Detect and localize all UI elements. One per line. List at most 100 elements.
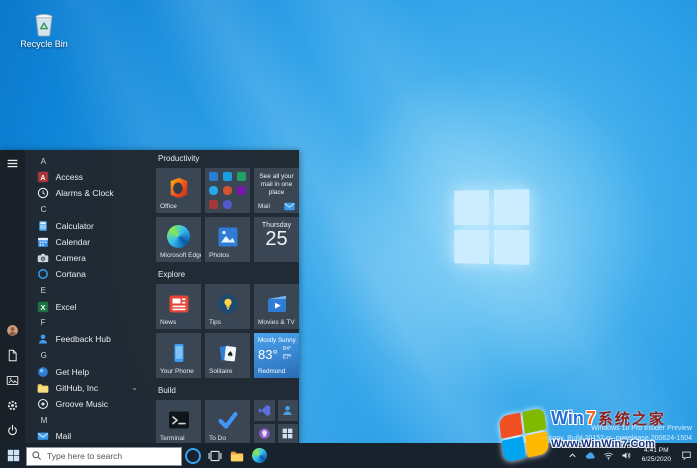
- tile-photos[interactable]: Photos: [205, 217, 250, 262]
- edge-taskbar-button[interactable]: [248, 443, 270, 468]
- tile-visual-studio[interactable]: [254, 400, 275, 421]
- tile-area: Productivity Office: [146, 150, 299, 443]
- tile-your-phone[interactable]: Your Phone: [156, 333, 201, 378]
- power-button[interactable]: [5, 423, 20, 438]
- svg-text:♠: ♠: [226, 349, 234, 359]
- app-section-header-f[interactable]: F: [31, 315, 146, 331]
- office-icon: [168, 177, 190, 199]
- tile-movies-tv[interactable]: Movies & TV: [254, 284, 299, 329]
- recycle-bin-icon: [29, 8, 59, 38]
- app-label: Get Help: [56, 367, 90, 377]
- folder-icon: [37, 382, 49, 394]
- tile-solitaire[interactable]: ♠ Solitaire: [205, 333, 250, 378]
- app-list-item-access[interactable]: AAccess: [31, 169, 146, 185]
- settings-gear-button[interactable]: [5, 398, 20, 413]
- mail-envelope-icon: [284, 202, 295, 211]
- chevron-up-icon: [567, 450, 578, 461]
- gethelp-icon: [37, 366, 49, 378]
- app-section-header-g[interactable]: G: [31, 347, 146, 363]
- tile-tips[interactable]: Tips: [205, 284, 250, 329]
- app-list-item-github-inc[interactable]: GitHub, Inc ⌄: [31, 380, 146, 396]
- hamburger-menu-button[interactable]: [5, 156, 20, 171]
- network-tray-button[interactable]: [601, 443, 617, 468]
- start-button[interactable]: [0, 443, 26, 468]
- tips-icon: [217, 293, 239, 315]
- app-label: GitHub, Inc: [56, 383, 99, 393]
- tile-office[interactable]: Office: [156, 168, 201, 213]
- recycle-bin-desktop-icon[interactable]: Recycle Bin: [14, 8, 74, 49]
- app-list-item-calculator[interactable]: Calculator: [31, 218, 146, 234]
- tile-label: Movies & TV: [258, 319, 295, 326]
- app-label: Access: [56, 172, 83, 182]
- app-list-item-excel[interactable]: XExcel: [31, 299, 146, 315]
- app-list-item-mail[interactable]: Mail: [31, 428, 146, 443]
- app-list-item-feedback-hub[interactable]: Feedback Hub: [31, 331, 146, 347]
- tile-calendar[interactable]: Thursday 25: [254, 217, 299, 262]
- cloud-icon: [585, 450, 596, 461]
- app-list-item-groove-music[interactable]: Groove Music: [31, 396, 146, 412]
- app-list-item-get-help[interactable]: Get Help: [31, 363, 146, 379]
- tile-terminal[interactable]: Terminal: [156, 400, 201, 443]
- app-section-header-c[interactable]: C: [31, 202, 146, 218]
- volume-tray-button[interactable]: [619, 443, 635, 468]
- app-list-item-camera[interactable]: Camera: [31, 250, 146, 266]
- group-title-productivity: Productivity: [158, 154, 299, 165]
- mail-icon: [37, 430, 49, 442]
- tile-mail[interactable]: See all your mail in one place Mail: [254, 168, 299, 213]
- chevron-down-icon: ⌄: [131, 385, 138, 391]
- windows-logo-icon: [7, 449, 20, 462]
- wallpaper-windows-logo: [454, 189, 529, 265]
- photos-icon: [217, 226, 239, 248]
- app-label: Alarms & Clock: [56, 188, 114, 198]
- tile-github[interactable]: [254, 424, 275, 444]
- app-label: Calculator: [56, 221, 94, 231]
- tile-microsoft-edge[interactable]: Microsoft Edge: [156, 217, 201, 262]
- tile-label: To Do: [209, 435, 226, 442]
- to-do-icon: [217, 409, 239, 431]
- show-hidden-icons-button[interactable]: [565, 443, 581, 468]
- weather-high: 84°: [283, 346, 292, 355]
- app-label: Calendar: [56, 237, 91, 247]
- terminal-icon: [168, 409, 190, 431]
- app-section-header-a[interactable]: A: [31, 153, 146, 169]
- tile-label: Photos: [209, 252, 229, 259]
- small-tile-cluster: [254, 400, 299, 443]
- search-input[interactable]: [26, 447, 182, 466]
- start-app-list: AAAccess Alarms & Clock C Calculator Calenda…: [25, 150, 146, 443]
- solitaire-icon: ♠: [217, 342, 239, 364]
- tile-weather[interactable]: Mostly Sunny 83° 84° 67° Redmond: [254, 333, 299, 378]
- user-account-button[interactable]: [5, 323, 20, 338]
- taskbar-clock[interactable]: 4:41 PM 6/25/2020: [637, 447, 676, 464]
- app-section-header-e[interactable]: E: [31, 283, 146, 299]
- app-list-item-calendar[interactable]: Calendar: [31, 234, 146, 250]
- svg-text:X: X: [40, 303, 45, 312]
- tile-label: Mail: [258, 203, 270, 210]
- tile-label: Microsoft Edge: [160, 252, 201, 259]
- tile-to-do[interactable]: To Do: [205, 400, 250, 443]
- action-center-button[interactable]: [678, 443, 694, 468]
- app-label: Groove Music: [56, 399, 108, 409]
- news-icon: [168, 293, 190, 315]
- app-list-item-cortana[interactable]: Cortana: [31, 266, 146, 282]
- calendar-day-number: 25: [254, 229, 299, 250]
- tile-grid-productivity: Office See all your mail i: [156, 168, 299, 262]
- app-list-item-alarms-clock[interactable]: Alarms & Clock: [31, 185, 146, 201]
- tile-grid-explore: News Tips: [156, 284, 299, 378]
- task-view-button[interactable]: [204, 443, 226, 468]
- weather-location: Redmond: [258, 368, 285, 375]
- pictures-button[interactable]: [5, 373, 20, 388]
- tile-office-apps[interactable]: [205, 168, 250, 213]
- word-mini-icon: [209, 172, 218, 181]
- tile-app-grid[interactable]: [278, 424, 299, 444]
- weather-condition: Mostly Sunny: [258, 337, 299, 344]
- tile-news[interactable]: News: [156, 284, 201, 329]
- cortana-button[interactable]: [182, 443, 204, 468]
- onenote-mini-icon: [237, 186, 246, 195]
- documents-button[interactable]: [5, 348, 20, 363]
- tile-label: Solitaire: [209, 368, 232, 375]
- app-section-header-m[interactable]: M: [31, 412, 146, 428]
- file-explorer-button[interactable]: [226, 443, 248, 468]
- onedrive-tray-button[interactable]: [583, 443, 599, 468]
- tile-dev-profile[interactable]: [278, 400, 299, 421]
- clock-date: 6/25/2020: [642, 456, 671, 465]
